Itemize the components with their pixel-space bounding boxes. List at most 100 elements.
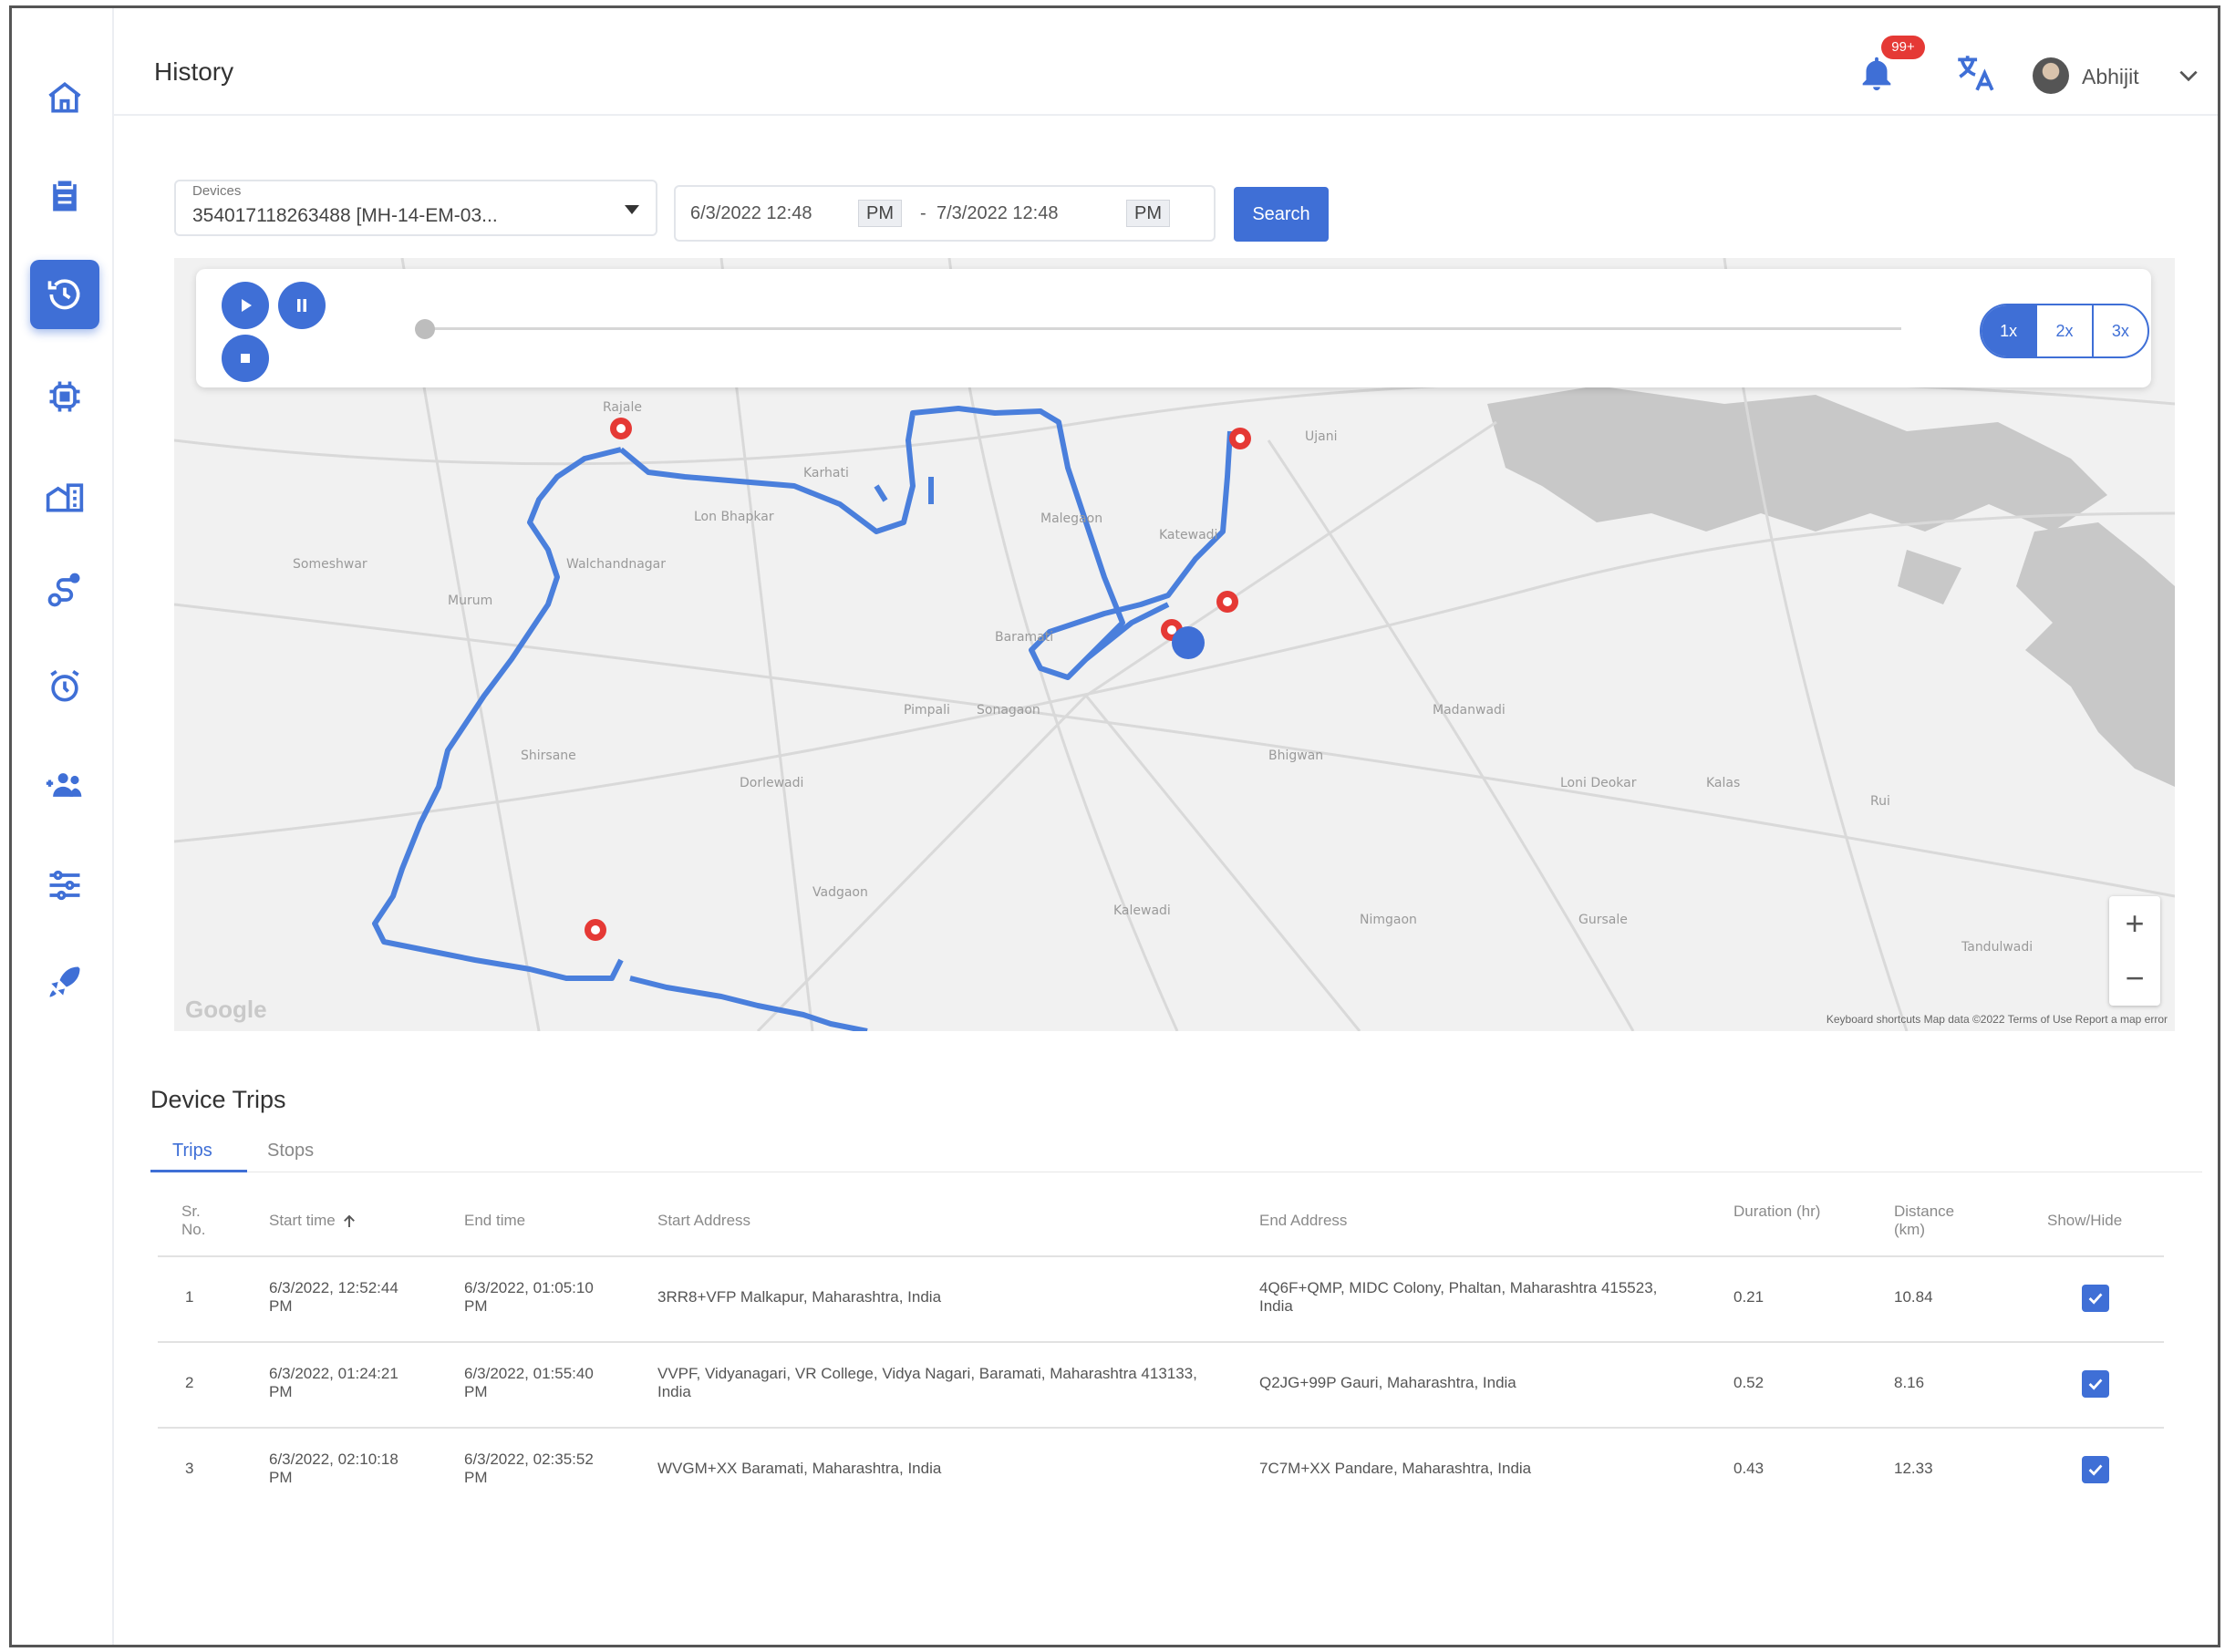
row-3-show-checkbox[interactable] (2082, 1456, 2109, 1483)
row-3-start-time: 6/3/2022, 02:10:18 PM (269, 1451, 398, 1486)
svg-text:Tandulwadi: Tandulwadi (1961, 940, 2033, 955)
col-start-address[interactable]: Start Address (657, 1212, 750, 1230)
pause-button[interactable] (278, 282, 326, 329)
route-icon (47, 573, 80, 607)
sidebar-item-home[interactable] (30, 63, 99, 132)
trips-title: Device Trips (150, 1086, 286, 1113)
playback-slider-thumb[interactable] (415, 319, 435, 339)
col-show-hide: Show/Hide (2047, 1212, 2123, 1229)
svg-text:Rui: Rui (1870, 794, 1890, 809)
date-from-ampm[interactable]: PM (858, 200, 902, 227)
page-title: History (154, 57, 234, 86)
sidebar-item-alarms[interactable] (30, 652, 99, 721)
row-3-sr: 3 (185, 1460, 194, 1477)
svg-text:Someshwar: Someshwar (293, 557, 367, 572)
home-icon (48, 82, 81, 113)
row-1-end-address: 4Q6F+QMP, MIDC Colony, Phaltan, Maharash… (1259, 1279, 1658, 1315)
row-2-start-address: VVPF, Vidyanagari, VR College, Vidya Nag… (657, 1365, 1197, 1400)
col-start-time-label: Start time (269, 1212, 336, 1229)
row-3-start-address: WVGM+XX Baramati, Maharashtra, India (657, 1460, 942, 1477)
speed-2x-button[interactable]: 2x (2037, 305, 2094, 356)
date-separator: - (920, 203, 926, 223)
sidebar-item-tracking[interactable] (30, 947, 99, 1017)
col-start-time[interactable]: Start time (269, 1212, 357, 1230)
svg-text:Malegaon: Malegaon (1040, 511, 1102, 526)
row-1-duration: 0.21 (1733, 1288, 1764, 1306)
sidebar (12, 8, 114, 1645)
col-distance[interactable]: Distance (km) (1894, 1203, 1982, 1239)
row-1-start-address: 3RR8+VFP Malkapur, Maharashtra, India (657, 1288, 942, 1306)
sliders-icon (49, 870, 80, 901)
avatar[interactable] (2033, 57, 2069, 94)
sidebar-item-routes[interactable] (30, 555, 99, 625)
chevron-down-icon[interactable] (2177, 67, 2200, 85)
pause-icon (297, 299, 306, 312)
sidebar-item-devices[interactable] (30, 362, 99, 431)
tab-stops[interactable]: Stops (267, 1141, 314, 1162)
zoom-in-button[interactable]: + (2109, 896, 2160, 951)
col-end-address[interactable]: End Address (1259, 1212, 1347, 1230)
date-range-picker[interactable]: 6/3/2022 12:48 PM - 7/3/2022 12:48 PM (674, 185, 1216, 242)
row-2-show-checkbox[interactable] (2082, 1370, 2109, 1398)
zoom-controls: + − (2109, 896, 2160, 1006)
date-from[interactable]: 6/3/2022 12:48 (690, 203, 812, 224)
row-2-end-time: 6/3/2022, 01:55:40 PM (464, 1365, 594, 1400)
stop-button[interactable] (222, 335, 269, 382)
device-trips-panel: Device Trips Trips Stops Sr. No. Start t… (114, 1066, 2211, 1503)
row-1-sr: 1 (185, 1288, 194, 1306)
date-to-ampm[interactable]: PM (1126, 200, 1170, 227)
sidebar-item-history[interactable] (30, 260, 99, 329)
row-1-show-checkbox[interactable] (2082, 1285, 2109, 1312)
svg-text:Walchandnagar: Walchandnagar (566, 557, 666, 572)
speed-3x-button[interactable]: 3x (2094, 305, 2147, 356)
svg-text:Kalewadi: Kalewadi (1113, 903, 1171, 918)
svg-text:Kalas: Kalas (1706, 776, 1740, 790)
col-sr-no: Sr. No. (181, 1203, 206, 1238)
translate-icon[interactable] (1952, 50, 1998, 96)
svg-text:Katewadi: Katewadi (1159, 528, 1217, 542)
date-to[interactable]: 7/3/2022 12:48 (937, 203, 1058, 224)
sidebar-item-users[interactable] (30, 750, 99, 820)
playback-slider-track[interactable] (424, 327, 1901, 330)
user-name[interactable]: Abhijit (2082, 65, 2139, 89)
col-duration[interactable]: Duration (hr) (1733, 1203, 1821, 1221)
play-button[interactable] (222, 282, 269, 329)
speed-selector: 1x 2x 3x (1980, 304, 2149, 358)
col-end-time[interactable]: End time (464, 1212, 525, 1230)
map-view[interactable]: Rajale Lon Bhapkar Karhati Someshwar Walcha… (174, 258, 2175, 1031)
header-divider (158, 1255, 2164, 1257)
tab-trips[interactable]: Trips (172, 1141, 212, 1162)
history-panel: Devices 354017118263488 [MH-14-EM-03... … (132, 134, 2202, 1055)
svg-text:Karhati: Karhati (803, 466, 849, 480)
row-2-start-time: 6/3/2022, 01:24:21 PM (269, 1365, 398, 1400)
svg-text:Vadgaon: Vadgaon (812, 885, 868, 900)
svg-text:Sonagaon: Sonagaon (977, 703, 1040, 718)
active-tab-indicator (150, 1170, 247, 1172)
device-icon (49, 381, 80, 412)
row-divider (158, 1341, 2164, 1343)
speed-1x-button[interactable]: 1x (1982, 305, 2038, 356)
zoom-out-button[interactable]: − (2109, 951, 2160, 1006)
svg-text:Murum: Murum (448, 594, 492, 608)
svg-text:Baramati: Baramati (995, 630, 1053, 645)
row-3-distance: 12.33 (1894, 1460, 1933, 1477)
svg-text:Dorlewadi: Dorlewadi (740, 776, 803, 790)
row-3-duration: 0.43 (1733, 1460, 1764, 1477)
device-select-label: Devices (192, 183, 242, 199)
sidebar-item-geofence[interactable] (30, 462, 99, 532)
row-1-distance: 10.84 (1894, 1288, 1933, 1306)
row-2-duration: 0.52 (1733, 1374, 1764, 1391)
sidebar-item-settings[interactable] (30, 851, 99, 920)
svg-text:Loni Deokar: Loni Deokar (1560, 776, 1637, 790)
add-users-icon (46, 773, 82, 797)
svg-text:Bhigwan: Bhigwan (1268, 749, 1323, 763)
check-icon (2088, 1378, 2103, 1390)
arrow-up-icon[interactable] (341, 1213, 357, 1230)
map-attribution[interactable]: Keyboard shortcuts Map data ©2022 Terms … (1827, 1013, 2168, 1026)
svg-text:Pimpali: Pimpali (904, 703, 950, 718)
sidebar-item-reports[interactable] (30, 161, 99, 231)
search-button[interactable]: Search (1234, 187, 1329, 242)
device-select[interactable]: Devices 354017118263488 [MH-14-EM-03... (174, 180, 657, 236)
rocket-icon (49, 966, 80, 997)
history-icon (47, 279, 80, 310)
